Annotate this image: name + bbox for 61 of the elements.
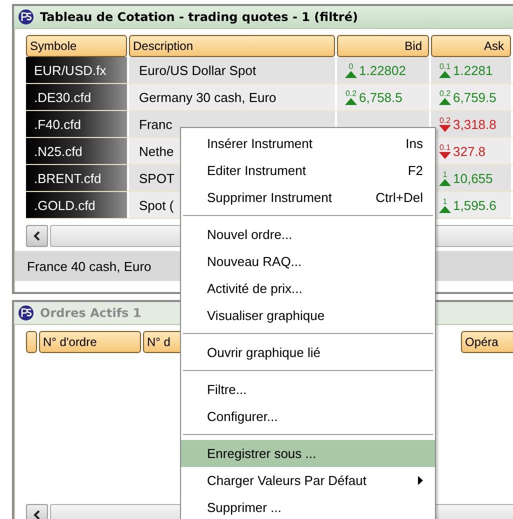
menu-item[interactable]: Nouvel ordre...: [181, 221, 435, 248]
symbol-cell: .F40.cfd: [26, 111, 127, 137]
change-text: 0.2: [439, 90, 451, 98]
shortcut-text: F2: [408, 163, 423, 178]
menu-item-label: Filtre...: [207, 382, 248, 397]
menu-item[interactable]: Configurer...: [181, 403, 435, 430]
menu-item[interactable]: Ouvrir graphique lié: [181, 339, 435, 366]
symbol-cell: .GOLD.cfd: [26, 192, 127, 218]
app-logo-icon: [18, 305, 34, 321]
change-text: 0.2: [439, 116, 451, 124]
menu-item-label: Supprimer ...: [207, 500, 282, 515]
menu-item-label: Nouvel ordre...: [207, 227, 294, 242]
shortcut-text: Ctrl+Del: [376, 190, 423, 205]
column-header[interactable]: Description: [129, 35, 335, 57]
price-text: 1,595.6: [453, 198, 496, 212]
price-text: 6,758.5: [359, 90, 402, 104]
column-header[interactable]: Opéra: [461, 331, 513, 353]
change-text: 1: [442, 198, 448, 206]
price-text: 3,318.8: [453, 116, 496, 132]
scroll-left-button[interactable]: [26, 225, 48, 247]
menu-item-label: Nouveau RAQ...: [207, 254, 303, 269]
change-text: 0.1: [439, 144, 451, 152]
price-text: 10,655: [453, 170, 493, 186]
symbol-cell: EUR/USD.fx: [26, 57, 127, 83]
column-header[interactable]: N° d'ordre: [39, 331, 141, 353]
column-header[interactable]: [26, 331, 37, 353]
menu-item[interactable]: Filtre...: [181, 376, 435, 403]
menu-item-label: Ouvrir graphique lié: [207, 345, 322, 360]
app-logo-icon: [18, 9, 34, 25]
menu-item-label: Visualiser graphique: [207, 308, 326, 323]
symbol-cell: .DE30.cfd: [26, 84, 127, 110]
change-text: 1: [442, 170, 448, 178]
symbol-cell: .BRENT.cfd: [26, 165, 127, 191]
menu-item-label: Supprimer Instrument: [207, 190, 333, 205]
menu-item[interactable]: Nouveau RAQ...: [181, 248, 435, 275]
description-cell: Euro/US Dollar Spot: [129, 57, 335, 83]
column-header[interactable]: Symbole: [26, 35, 127, 57]
menu-item[interactable]: Visualiser graphique: [181, 302, 435, 329]
price-text: 1.2281: [453, 62, 493, 78]
menu-item[interactable]: Supprimer ...: [181, 494, 435, 519]
menu-item-label: Editer Instrument: [207, 163, 307, 178]
symbol-cell: .N25.cfd: [26, 138, 127, 164]
change-text: 0.1: [439, 62, 451, 70]
change-text: 0.2: [345, 90, 357, 98]
window-title: Tableau de Cotation - trading quotes - 1 (filtré): [40, 10, 358, 24]
menu-item[interactable]: Enregistrer sous ...: [181, 440, 435, 467]
menu-item-label: Configurer...: [207, 409, 279, 424]
menu-item-label: Charger Valeurs Par Défaut: [207, 473, 368, 488]
change-text: 0: [348, 62, 354, 70]
description-cell: Germany 30 cash, Euro: [129, 84, 335, 110]
window-title: Ordres Actifs 1: [40, 306, 142, 320]
column-header[interactable]: Ask: [431, 35, 511, 57]
menu-item[interactable]: Charger Valeurs Par Défaut: [181, 467, 435, 494]
column-header[interactable]: Bid: [337, 35, 429, 57]
price-text: 1.22802: [359, 62, 406, 78]
menu-item-label: Enregistrer sous ...: [207, 446, 318, 461]
menu-item-label: Activité de prix...: [207, 281, 304, 296]
price-text: 327.8: [453, 144, 486, 158]
menu-item-label: Insérer Instrument: [207, 136, 314, 151]
price-text: 6,759.5: [453, 90, 496, 104]
shortcut-text: Ins: [406, 136, 423, 151]
